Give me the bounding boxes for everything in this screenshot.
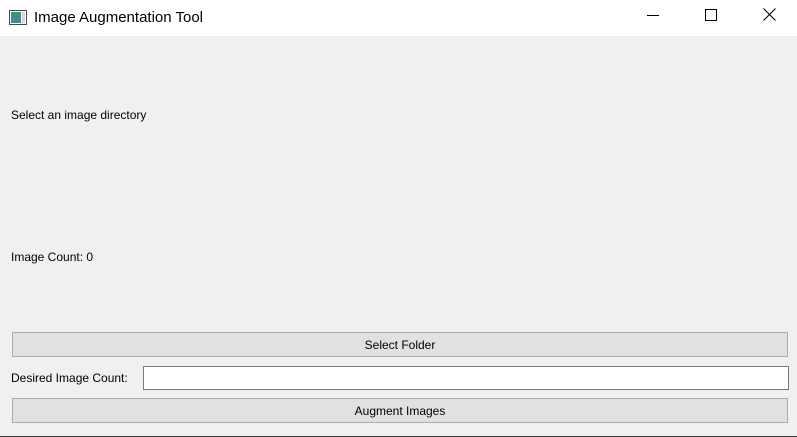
image-count-label: Image Count: 0 — [11, 250, 94, 264]
image-app-icon — [9, 10, 27, 25]
window-title: Image Augmentation Tool — [34, 9, 204, 26]
augment-images-button[interactable]: Augment Images — [12, 398, 788, 423]
directory-label: Select an image directory — [11, 108, 147, 122]
title-bar[interactable]: Image Augmentation Tool — [0, 0, 797, 36]
minimize-button[interactable] — [624, 0, 682, 34]
app-window: Image Augmentation Tool Select an image … — [0, 0, 797, 437]
desired-count-label: Desired Image Count: — [11, 371, 128, 385]
main-panel: Select an image directory Image Count: 0… — [0, 36, 797, 436]
close-icon — [762, 8, 776, 26]
minimize-icon — [647, 8, 659, 26]
maximize-button[interactable] — [682, 0, 740, 34]
select-folder-button[interactable]: Select Folder — [12, 332, 788, 357]
desired-count-input[interactable] — [143, 366, 789, 390]
close-button[interactable] — [740, 0, 797, 34]
maximize-icon — [705, 8, 717, 26]
